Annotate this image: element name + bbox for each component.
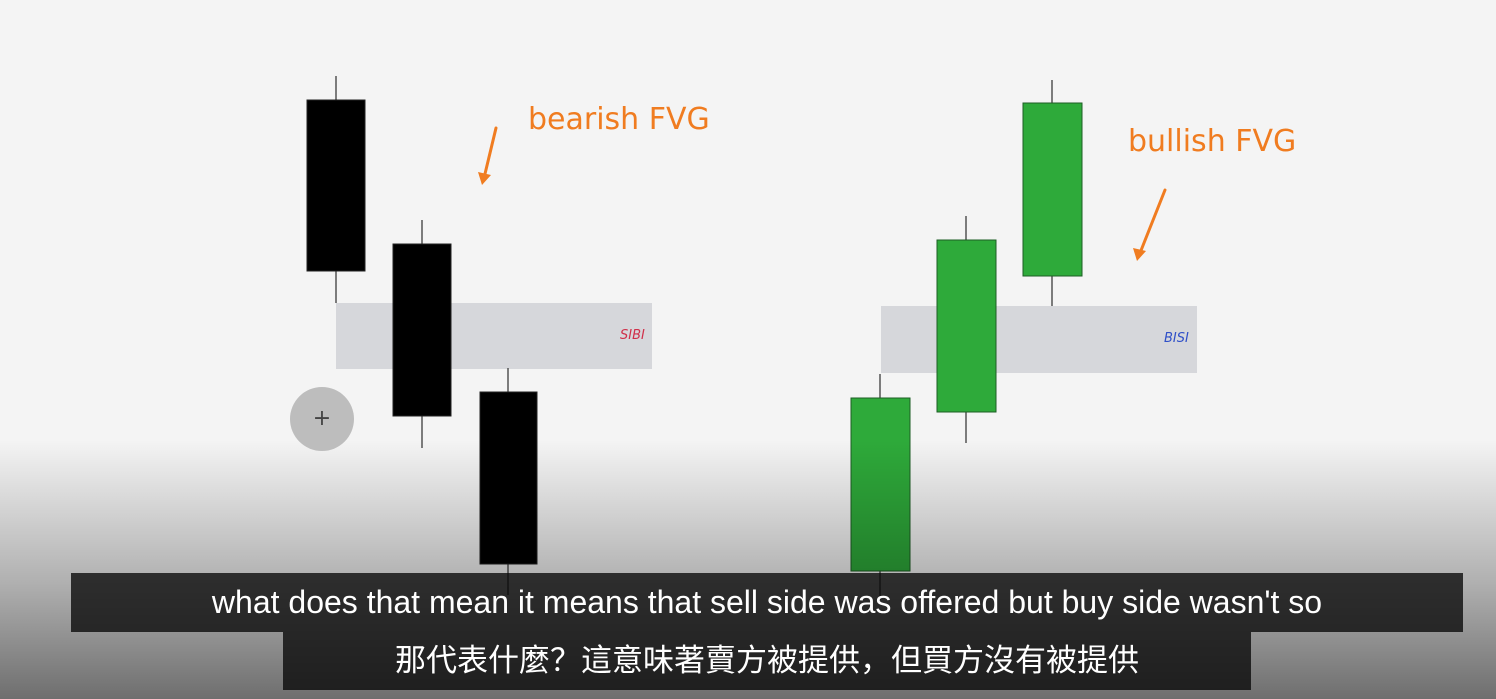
sibi-zone-label: SIBI — [620, 328, 645, 343]
bearish-candle-3 — [479, 368, 538, 595]
bisi-zone — [881, 306, 1197, 373]
bullish-candle-1 — [850, 374, 911, 600]
bearish-candle-2 — [392, 220, 452, 448]
subtitle-chinese: 那代表什麼？這意味著賣方被提供，但買方沒有被提供 — [283, 632, 1251, 690]
bullish-fvg-label: bullish FVG — [1128, 124, 1297, 159]
bearish-candle-1 — [306, 76, 366, 303]
bearish-arrow — [478, 126, 498, 185]
subtitle-english: what does that mean it means that sell s… — [71, 573, 1463, 632]
video-frame[interactable]: bearish FVG bullish FVG SIBI BISI + what… — [0, 0, 1496, 699]
plus-icon: + — [312, 406, 332, 431]
zoom-in-button[interactable]: + — [290, 387, 354, 451]
bullish-candle-2 — [936, 216, 997, 443]
sibi-zone — [336, 303, 652, 369]
bullish-candle-3 — [1022, 80, 1083, 306]
bullish-arrow — [1133, 188, 1167, 261]
bisi-zone-label: BISI — [1164, 331, 1189, 346]
bearish-fvg-label: bearish FVG — [528, 102, 710, 137]
